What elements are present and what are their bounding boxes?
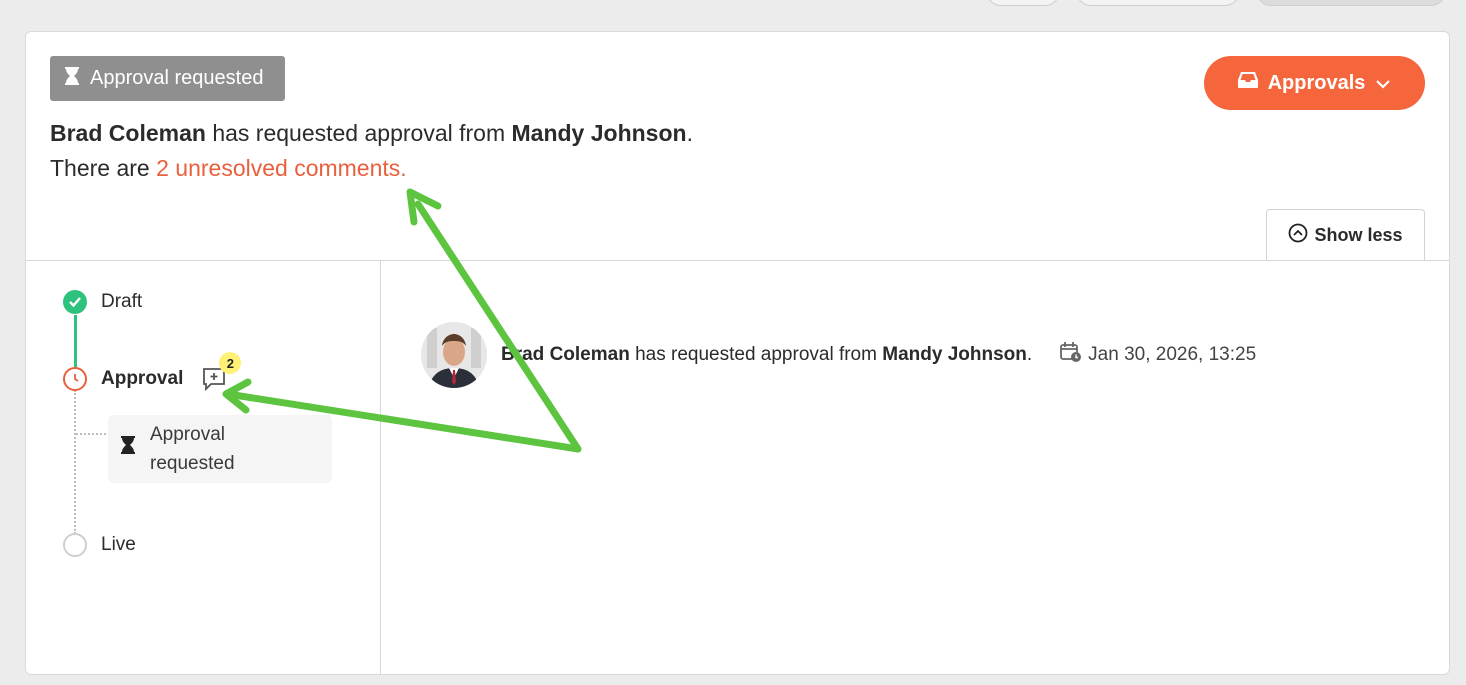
activity-text: Brad Coleman has requested approval from… (501, 344, 1032, 366)
avatar (421, 322, 487, 388)
step-label: Approval (101, 368, 184, 389)
chevron-up-circle-icon (1288, 223, 1308, 248)
clock-icon (63, 367, 87, 391)
step-label: Draft (101, 291, 143, 312)
status-badge-label: Approval requested (90, 67, 264, 89)
comments-summary: There are 2 unresolved comments. (50, 153, 407, 183)
requester-name: Brad Coleman (50, 120, 206, 146)
comments-prefix: There are (50, 155, 150, 181)
activity-entry: Brad Coleman has requested approval from… (421, 322, 1256, 388)
summary-text: has requested approval from (212, 120, 506, 146)
approval-summary: Brad Coleman has requested approval from… (50, 118, 693, 148)
inbox-icon (1237, 71, 1258, 95)
comment-count-badge: 2 (219, 352, 242, 374)
show-less-button[interactable]: Show less (1266, 209, 1425, 261)
summary-end: . (686, 120, 693, 146)
show-less-label: Show less (1314, 225, 1403, 245)
step-live[interactable]: Live (63, 533, 136, 557)
hourglass-icon (64, 66, 80, 92)
approval-card: Approval requested Brad Coleman has requ… (25, 31, 1450, 675)
activity-description: has requested approval from (635, 344, 877, 365)
calendar-clock-icon (1060, 341, 1082, 369)
pending-line (74, 390, 76, 534)
step-label: Live (101, 534, 136, 555)
column-divider (380, 260, 381, 674)
substep-approval-requested: Approval requested (108, 415, 332, 483)
activity-date: Jan 30, 2026, 13:25 (1060, 341, 1256, 369)
approver-name: Mandy Johnson (511, 120, 687, 146)
hourglass-icon (120, 435, 136, 464)
chevron-down-icon (1375, 72, 1391, 95)
status-badge: Approval requested (50, 56, 285, 101)
top-button-stub[interactable] (1076, 0, 1240, 6)
add-comment-icon[interactable]: 2 (201, 352, 242, 392)
activity-user: Brad Coleman (501, 344, 630, 365)
step-draft[interactable]: Draft (63, 290, 142, 314)
unresolved-comments-link[interactable]: 2 unresolved comments. (156, 155, 407, 181)
section-divider (26, 260, 1449, 261)
progress-line (74, 315, 77, 369)
activity-date-text: Jan 30, 2026, 13:25 (1088, 344, 1257, 365)
substep-line-1: Approval (150, 424, 225, 445)
approvals-button[interactable]: Approvals (1204, 56, 1425, 110)
substep-line-2: requested (150, 453, 235, 474)
substep-connector (76, 433, 106, 435)
step-approval[interactable]: Approval 2 (63, 352, 242, 392)
activity-end: . (1026, 344, 1033, 365)
top-button-stub[interactable] (986, 0, 1060, 6)
substep-label: Approval requested (150, 420, 235, 478)
empty-circle-icon (63, 533, 87, 557)
approvals-button-label: Approvals (1267, 71, 1366, 94)
activity-target: Mandy Johnson (882, 344, 1027, 365)
check-circle-icon (63, 290, 87, 314)
top-button-stub[interactable] (1256, 0, 1446, 6)
